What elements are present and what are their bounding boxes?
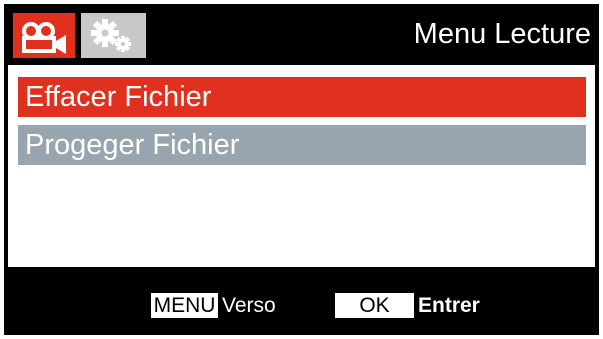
ok-key-badge[interactable]: OK [335,293,414,318]
tab-settings[interactable] [81,13,146,58]
menu-key-badge[interactable]: MENU [151,293,218,318]
menu-item-protect-file[interactable]: Progeger Fichier [18,125,586,165]
playback-menu-screen: Menu Lecture Effacer Fichier Progeger Fi… [0,0,603,339]
menu-list: Effacer Fichier Progeger Fichier [8,65,595,267]
gears-icon [91,19,131,52]
menu-title: Menu Lecture [413,18,591,50]
video-camera-icon [22,22,66,54]
enter-hint-label: Entrer [418,294,480,317]
menu-item-delete-file[interactable]: Effacer Fichier [18,77,586,117]
button-hint-bar: MENU Verso OK Entrer [4,267,599,335]
tab-video[interactable] [13,13,75,58]
back-hint-label: Verso [222,294,276,317]
menu-header: Menu Lecture [4,4,599,65]
